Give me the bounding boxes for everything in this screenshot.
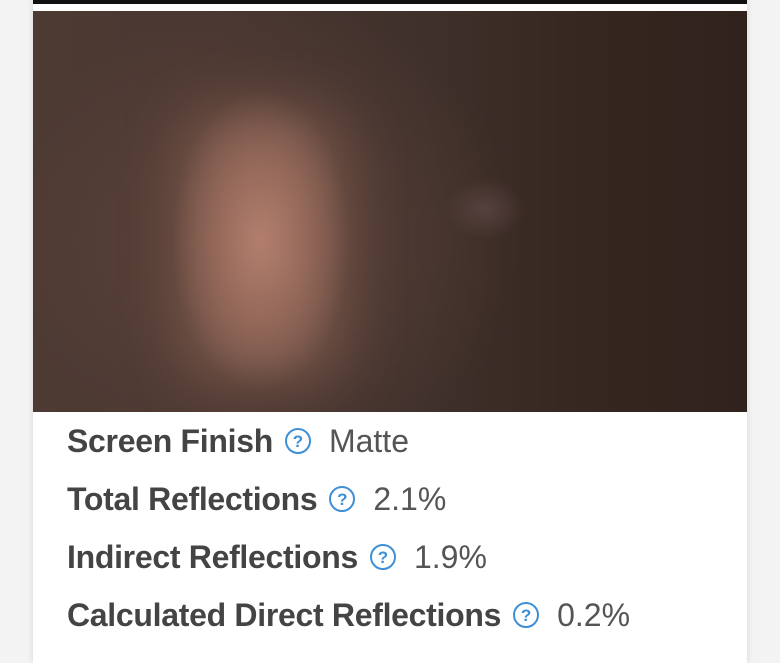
reflection-specs: Screen Finish ? Matte Total Reflections … (67, 412, 630, 644)
spec-row-screen-finish: Screen Finish ? Matte (67, 412, 630, 470)
spec-row-total-reflections: Total Reflections ? 2.1% (67, 470, 630, 528)
spec-label: Calculated Direct Reflections (67, 596, 502, 633)
help-icon[interactable]: ? (369, 544, 396, 570)
spec-row-indirect-reflections: Indirect Reflections ? 1.9% (67, 528, 630, 586)
help-icon[interactable]: ? (513, 602, 540, 628)
spec-value: Matte (328, 422, 409, 459)
light-reflection-glow (183, 111, 343, 381)
reflections-card: Screen Finish ? Matte Total Reflections … (33, 0, 747, 663)
spec-label: Indirect Reflections (67, 538, 358, 575)
spec-row-calculated-direct-reflections: Calculated Direct Reflections ? 0.2% (67, 586, 630, 644)
spec-value: 1.9% (413, 538, 487, 575)
help-icon[interactable]: ? (329, 486, 356, 512)
spec-label: Total Reflections (67, 480, 318, 517)
top-divider (33, 0, 747, 4)
spec-value: 2.1% (373, 480, 447, 517)
page: Screen Finish ? Matte Total Reflections … (0, 0, 780, 663)
spec-value: 0.2% (557, 596, 631, 633)
help-icon[interactable]: ? (284, 428, 311, 454)
reflection-test-photo (33, 11, 747, 412)
spec-label: Screen Finish (67, 422, 273, 459)
